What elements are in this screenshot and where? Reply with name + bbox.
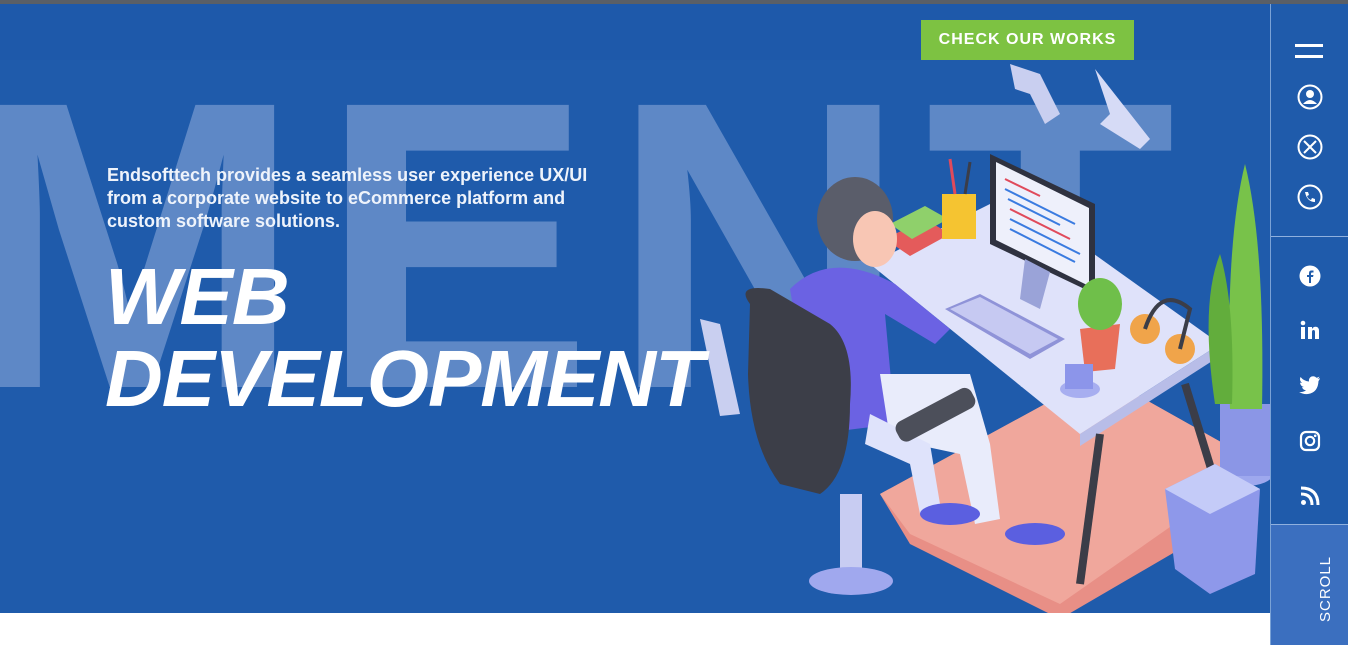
hero-tagline: Endsofttech provides a seamless user exp… (107, 165, 588, 231)
scroll-panel[interactable] (1271, 524, 1348, 645)
check-our-works-button[interactable]: CHECK OUR WORKS (921, 20, 1134, 60)
sidebar-divider (1271, 236, 1348, 237)
hero-title-line-2: DEVELOPMENT (105, 334, 704, 423)
page-below-hero (0, 613, 1270, 645)
right-sidebar: SCROLL (1270, 4, 1348, 645)
tools-icon[interactable] (1293, 130, 1327, 164)
hero-title: WEB DEVELOPMENT (105, 252, 704, 423)
menu-icon[interactable] (1295, 44, 1325, 60)
sidebar-divider (1271, 524, 1348, 525)
scroll-label[interactable]: SCROLL (1317, 556, 1334, 622)
developer-illustration (700, 64, 1270, 613)
hero-section: MENT W CHECK OUR WORKS Endsofttech provi… (0, 4, 1270, 613)
linkedin-icon[interactable] (1293, 313, 1327, 347)
facebook-icon[interactable] (1293, 259, 1327, 293)
rss-icon[interactable] (1293, 479, 1327, 513)
twitter-icon[interactable] (1293, 368, 1327, 402)
hero-title-line-1: WEB (105, 252, 290, 341)
user-icon[interactable] (1293, 80, 1327, 114)
instagram-icon[interactable] (1293, 424, 1327, 458)
phone-icon[interactable] (1293, 180, 1327, 214)
